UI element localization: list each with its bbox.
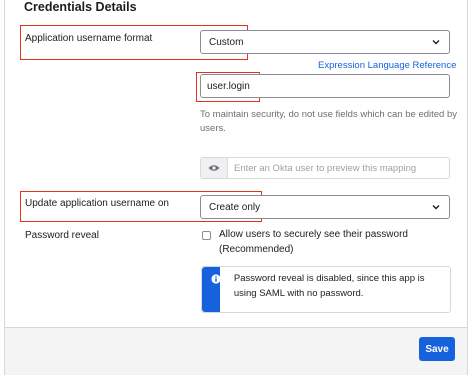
credentials-details-panel: Credentials Details Application username… — [0, 0, 474, 375]
panel-right-border — [467, 0, 468, 375]
expression-language-link[interactable]: Expression Language Reference — [318, 60, 456, 71]
password-reveal-checkbox-label[interactable]: Allow users to securely see their passwo… — [219, 227, 419, 257]
update-username-label: Update application username on — [25, 198, 169, 209]
info-message: Password reveal is disabled, since this … — [233, 273, 425, 299]
section-title: Credentials Details — [24, 0, 137, 14]
expression-input[interactable]: user.login — [200, 74, 450, 98]
security-help-text: To maintain security, do not use fields … — [200, 109, 457, 134]
username-format-label: Application username format — [25, 33, 153, 44]
chevron-down-icon — [432, 205, 440, 210]
password-reveal-checkbox[interactable] — [202, 231, 211, 240]
eye-icon — [208, 165, 220, 171]
preview-placeholder: Enter an Okta user to preview this mappi… — [234, 162, 417, 174]
panel-left-border — [4, 0, 5, 375]
footer-bar — [5, 328, 467, 375]
password-reveal-info-box: Password reveal is disabled, since this … — [201, 266, 451, 313]
update-username-select[interactable]: Create only — [200, 195, 450, 219]
info-stripe — [202, 267, 221, 312]
chevron-down-icon — [432, 40, 440, 45]
password-reveal-label: Password reveal — [25, 230, 99, 241]
username-format-select[interactable]: Custom — [200, 30, 450, 54]
info-icon — [211, 274, 221, 284]
username-format-value: Custom — [209, 36, 244, 48]
save-button[interactable]: Save — [419, 337, 455, 361]
preview-eye-button[interactable] — [201, 158, 228, 178]
preview-mapping-field[interactable]: Enter an Okta user to preview this mappi… — [200, 157, 450, 179]
update-username-value: Create only — [209, 201, 261, 213]
expression-input-value: user.login — [207, 80, 250, 92]
